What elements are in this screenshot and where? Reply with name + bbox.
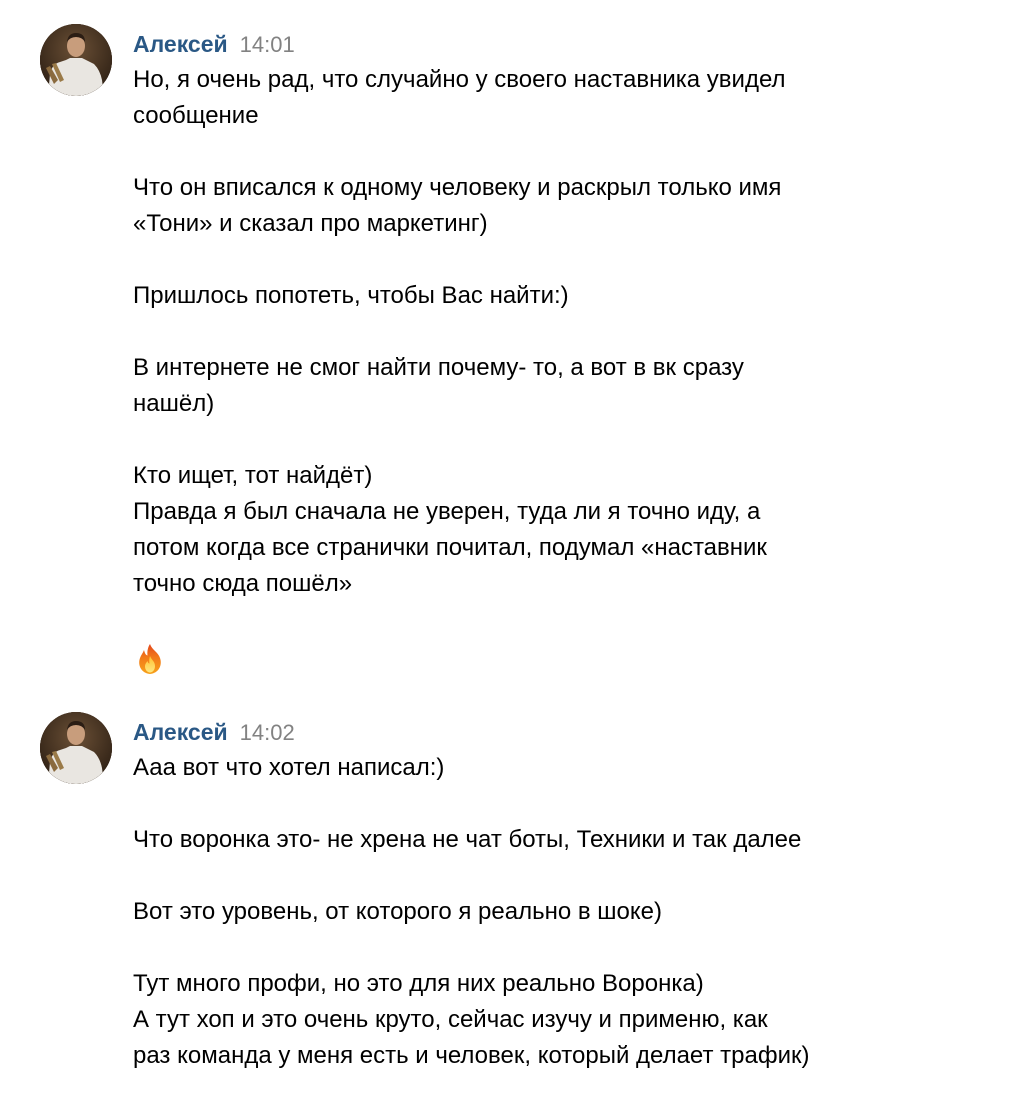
message-line: В интернете не смог найти почему- то, а … — [133, 354, 744, 381]
message-line: раз команда у меня есть и человек, котор… — [133, 1042, 810, 1069]
message-line: Пришлось попотеть, чтобы Вас найти:) — [133, 282, 569, 309]
message-header: Алексей 14:01 — [133, 28, 295, 60]
message-line: Но, я очень рад, что случайно у своего н… — [133, 66, 786, 93]
message-line: точно сюда пошёл» — [133, 570, 353, 597]
message-text: Ааа вот что хотел написал:) Что воронка … — [133, 750, 993, 1074]
user-photo-icon — [40, 24, 112, 96]
message-time[interactable]: 14:01 — [240, 32, 295, 57]
fire-emoji-icon — [133, 642, 167, 676]
message-header: Алексей 14:02 — [133, 716, 295, 748]
avatar[interactable] — [40, 712, 112, 784]
emoji-line — [133, 638, 993, 686]
message-line: Кто ищет, тот найдёт) — [133, 462, 373, 489]
message-line: Тут много профи, но это для них реально … — [133, 970, 704, 997]
message-line: «Тони» и сказал про маркетинг) — [133, 210, 488, 237]
message-line: Что он вписался к одному человеку и раск… — [133, 174, 782, 201]
message-line: сообщение — [133, 102, 259, 129]
author-name[interactable]: Алексей — [133, 719, 228, 745]
author-name[interactable]: Алексей — [133, 31, 228, 57]
message-line: Что воронка это- не хрена не чат боты, Т… — [133, 826, 802, 853]
message-text: Но, я очень рад, что случайно у своего н… — [133, 62, 993, 686]
avatar[interactable] — [40, 24, 112, 96]
message-line: А тут хоп и это очень круто, сейчас изуч… — [133, 1006, 768, 1033]
message-line: нашёл) — [133, 390, 215, 417]
message-line: потом когда все странички почитал, подум… — [133, 534, 767, 561]
user-photo-icon — [40, 712, 112, 784]
message-line: Правда я был сначала не уверен, туда ли … — [133, 498, 761, 525]
message-line: Ааа вот что хотел написал:) — [133, 754, 445, 781]
message-time[interactable]: 14:02 — [240, 720, 295, 745]
message-line: Вот это уровень, от которого я реально в… — [133, 898, 662, 925]
